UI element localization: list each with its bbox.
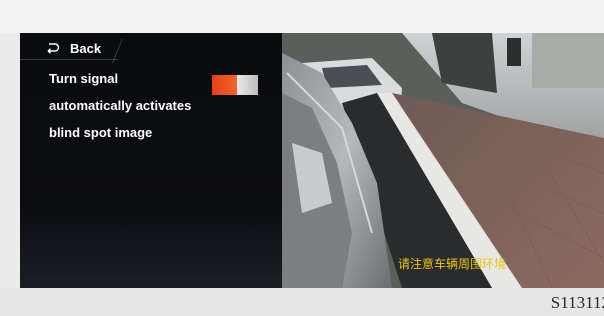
- infotainment-screen: Back Turn signal automatically activates…: [20, 33, 604, 288]
- setting-line-2: automatically activates: [49, 98, 192, 113]
- blind-spot-toggle[interactable]: [212, 75, 258, 95]
- top-margin-band: [0, 0, 604, 33]
- toggle-off-segment: [237, 75, 258, 95]
- caption-bar: [0, 288, 604, 316]
- return-arrow-icon: [47, 43, 60, 54]
- back-label: Back: [70, 40, 102, 56]
- settings-panel: Back Turn signal automatically activates…: [20, 33, 282, 288]
- toggle-on-segment: [212, 75, 237, 95]
- blind-spot-camera-view: 请注意车辆周围环境: [282, 33, 604, 288]
- back-button[interactable]: Back: [46, 38, 101, 58]
- camera-warning-text: 请注意车辆周围环境: [398, 256, 506, 271]
- figure-id: S113112: [550, 293, 604, 312]
- setting-line-3: blind spot image: [49, 125, 153, 140]
- back-divider: [20, 59, 118, 60]
- panel-gloss: [20, 213, 282, 288]
